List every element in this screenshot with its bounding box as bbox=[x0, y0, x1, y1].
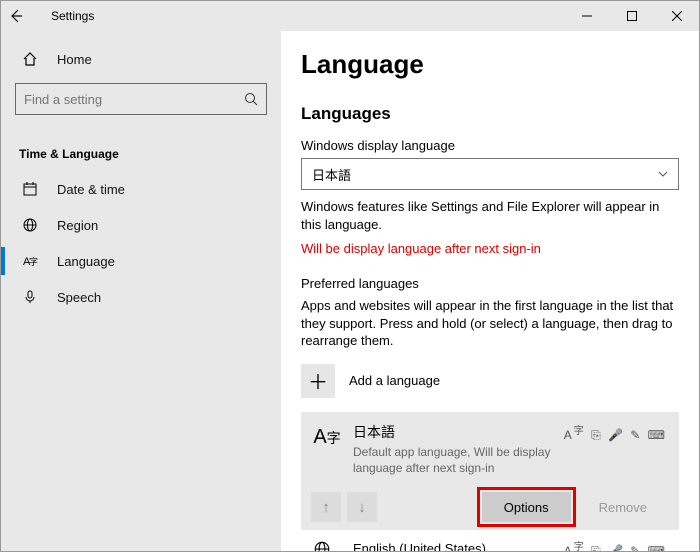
language-name: English (United States) bbox=[353, 541, 486, 551]
home-icon bbox=[19, 51, 41, 67]
display-language-dropdown[interactable]: 日本語 bbox=[301, 158, 679, 190]
remove-button: Remove bbox=[577, 492, 669, 522]
add-language-button[interactable]: ＋ Add a language bbox=[301, 364, 679, 398]
display-language-value: 日本語 bbox=[312, 165, 351, 184]
language-subtitle: Default app language, Will be display la… bbox=[353, 444, 552, 476]
add-language-label: Add a language bbox=[349, 373, 440, 388]
sidebar-item-label: Speech bbox=[57, 290, 101, 305]
chevron-down-icon bbox=[658, 171, 668, 177]
sidebar-item-region[interactable]: Region bbox=[1, 207, 281, 243]
language-glyph-icon: A字 bbox=[313, 422, 341, 476]
microphone-icon bbox=[19, 289, 41, 305]
sidebar-item-label: Language bbox=[57, 254, 115, 269]
sidebar-item-speech[interactable]: Speech bbox=[1, 279, 281, 315]
language-actions: ↑ ↓ Options Remove bbox=[301, 486, 679, 530]
sidebar-item-date-time[interactable]: Date & time bbox=[1, 171, 281, 207]
search-input[interactable] bbox=[24, 92, 244, 107]
minimize-button[interactable] bbox=[564, 1, 609, 31]
main-content: Language Languages Windows display langu… bbox=[281, 31, 699, 551]
page-title: Language bbox=[301, 49, 679, 80]
language-item-japanese[interactable]: A字 日本語 Default app language, Will be dis… bbox=[301, 412, 679, 486]
move-up-button[interactable]: ↑ bbox=[311, 492, 341, 522]
globe-icon bbox=[313, 540, 341, 551]
section-languages: Languages bbox=[301, 104, 679, 124]
maximize-button[interactable] bbox=[609, 1, 654, 31]
sidebar-item-label: Region bbox=[57, 218, 98, 233]
display-language-label: Windows display language bbox=[301, 138, 679, 153]
display-language-warning: Will be display language after next sign… bbox=[301, 241, 679, 256]
home-nav[interactable]: Home bbox=[1, 41, 281, 77]
sidebar-item-label: Date & time bbox=[57, 182, 125, 197]
language-feature-badges: A字 ⎘ 🎤 ✎ ⌨ bbox=[564, 538, 667, 551]
display-language-desc: Windows features like Settings and File … bbox=[301, 198, 679, 233]
section-header: Time & Language bbox=[1, 125, 281, 171]
plus-icon: ＋ bbox=[301, 364, 335, 398]
language-feature-badges: A字 ⎘ 🎤 ✎ ⌨ bbox=[564, 422, 667, 476]
preferred-languages-desc: Apps and websites will appear in the fir… bbox=[301, 297, 679, 350]
preferred-languages-label: Preferred languages bbox=[301, 276, 679, 291]
language-item-english[interactable]: English (United States) A字 ⎘ 🎤 ✎ ⌨ bbox=[301, 530, 679, 551]
search-icon bbox=[244, 92, 258, 106]
sidebar: Home Time & Language Date & time Region … bbox=[1, 31, 281, 551]
language-icon: A字 bbox=[19, 253, 41, 269]
calendar-icon bbox=[19, 181, 41, 197]
close-button[interactable] bbox=[654, 1, 699, 31]
window-title: Settings bbox=[31, 9, 94, 23]
options-button[interactable]: Options bbox=[482, 492, 571, 522]
svg-text:字: 字 bbox=[29, 256, 38, 267]
move-down-button[interactable]: ↓ bbox=[347, 492, 377, 522]
globe-icon bbox=[19, 217, 41, 233]
language-name: 日本語 bbox=[353, 422, 552, 442]
back-button[interactable] bbox=[1, 9, 31, 23]
home-label: Home bbox=[57, 52, 92, 67]
search-box[interactable] bbox=[15, 83, 267, 115]
sidebar-item-language[interactable]: A字 Language bbox=[1, 243, 281, 279]
